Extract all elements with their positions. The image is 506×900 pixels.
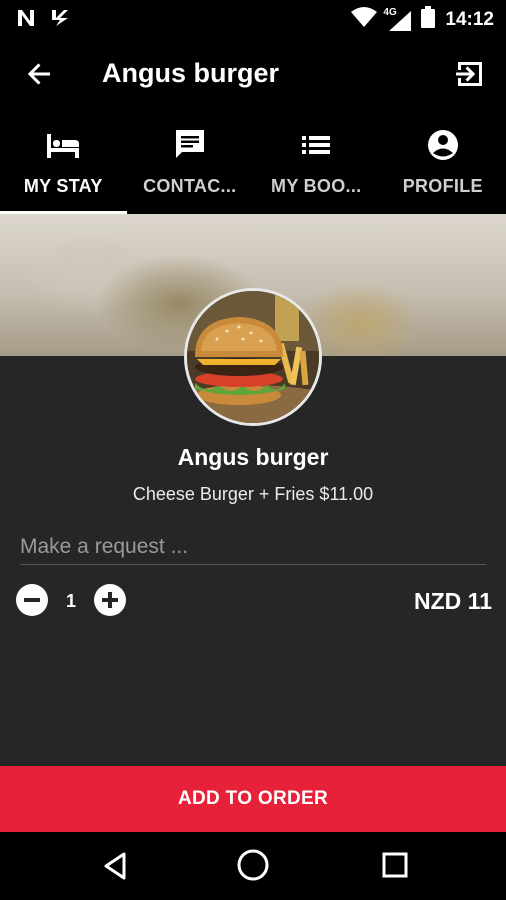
nav-back-icon[interactable]	[100, 850, 132, 882]
burger-image	[184, 288, 322, 426]
status-time: 14:12	[445, 9, 494, 30]
quantity-value: 1	[66, 591, 77, 611]
page-title: Angus burger	[102, 58, 280, 88]
signal-icon	[389, 11, 412, 37]
tab-label: CONTAC...	[143, 176, 237, 196]
message-icon	[172, 128, 208, 162]
tab-label: MY STAY	[23, 176, 103, 196]
total-price: NZD 11	[414, 588, 492, 614]
battery-icon	[421, 6, 436, 34]
status-bar: 4G 14:12	[0, 0, 506, 36]
nav-recents-icon[interactable]	[380, 850, 410, 880]
arrow-left-icon	[22, 63, 58, 96]
back-button[interactable]	[22, 56, 58, 92]
tab-contact[interactable]: CONTAC...	[127, 114, 254, 214]
n-app-icon	[16, 8, 36, 33]
app-toolbar: Angus burger	[0, 36, 506, 114]
item-name: Angus burger	[177, 444, 329, 470]
tab-profile[interactable]: PROFILE	[380, 114, 506, 214]
decrease-quantity-button[interactable]	[16, 584, 48, 616]
exit-icon	[452, 62, 488, 96]
system-nav-bar	[0, 832, 506, 900]
nav-home-icon[interactable]	[236, 848, 270, 882]
tab-my-bookings[interactable]: MY BOO...	[253, 114, 380, 214]
tab-my-stay[interactable]: MY STAY	[0, 114, 127, 214]
tab-label: PROFILE	[402, 176, 483, 196]
increase-quantity-button[interactable]	[94, 584, 126, 616]
quantity-stepper: 1 NZD 11	[14, 584, 492, 620]
tab-bar: MY STAY CONTAC... MY BOO... PROFILE	[0, 114, 506, 214]
add-to-order-button[interactable]: ADD TO ORDER	[0, 766, 506, 832]
bolt-app-icon	[50, 8, 70, 33]
wifi-icon	[351, 7, 378, 33]
account-icon	[425, 128, 461, 162]
bed-icon	[45, 128, 81, 162]
tab-label: MY BOO...	[271, 176, 362, 196]
request-input[interactable]	[20, 530, 486, 565]
exit-button[interactable]	[452, 56, 488, 92]
item-description: Cheese Burger + Fries $11.00	[132, 484, 374, 504]
list-icon	[298, 128, 334, 162]
